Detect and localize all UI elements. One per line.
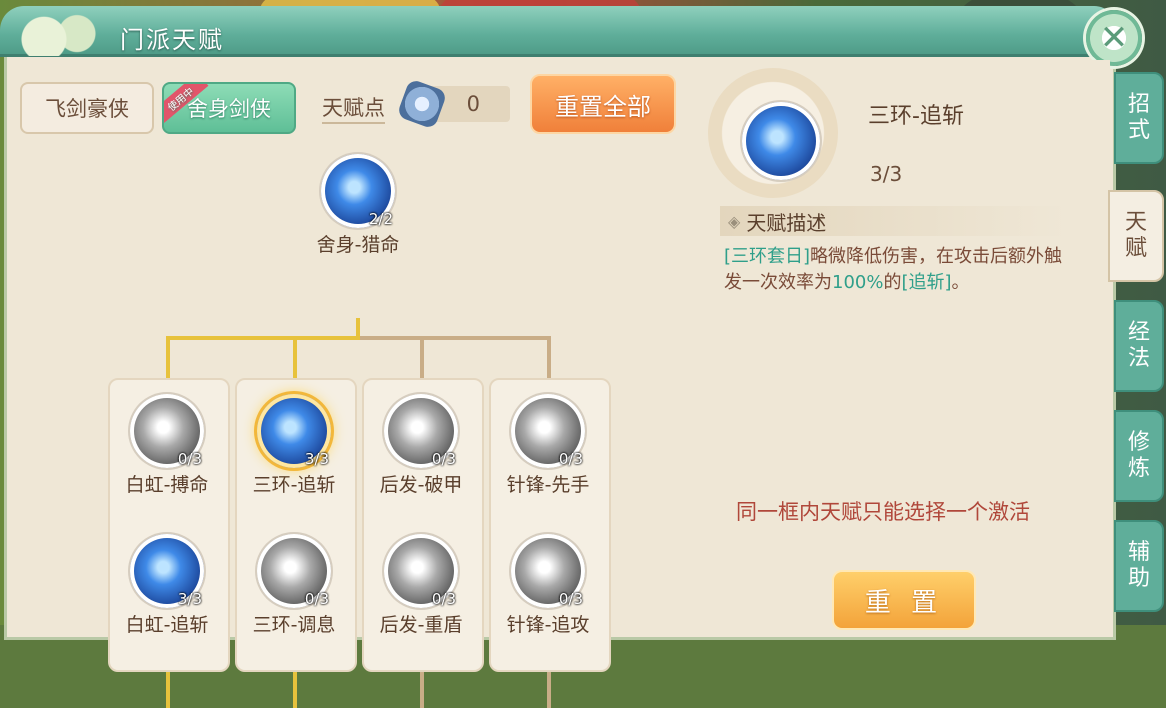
connector-line bbox=[420, 668, 424, 708]
title-bar: 门派天赋 bbox=[0, 0, 1118, 57]
talent-node[interactable]: 0/3 白虹-搏命 bbox=[107, 394, 227, 497]
talent-rank: 0/3 bbox=[558, 590, 583, 608]
connector-line bbox=[547, 668, 551, 708]
talent-rank: 2/2 bbox=[368, 210, 393, 228]
side-tab-label: 招 式 bbox=[1127, 92, 1150, 143]
rule-note: 同一框内天赋只能选择一个激活 bbox=[736, 500, 1030, 524]
talent-rank: 0/3 bbox=[431, 590, 456, 608]
talent-rank: 0/3 bbox=[177, 450, 202, 468]
talent-name: 舍身-猎命 bbox=[316, 234, 400, 256]
close-button[interactable]: ✕ bbox=[1086, 10, 1142, 66]
desc-link: [追斩] bbox=[901, 272, 952, 293]
talent-name: 三环-追斩 bbox=[252, 474, 336, 496]
talent-icon: 0/3 bbox=[257, 534, 331, 608]
side-tab-talent[interactable]: 天 赋 bbox=[1108, 190, 1164, 282]
talent-detail-panel: 三环-追斩 3/3 ◈ 天赋描述 [三环套日]略微降低伤害，在攻击后额外触发一次… bbox=[700, 60, 1110, 630]
talent-node[interactable]: 0/3 针锋-先手 bbox=[488, 394, 608, 497]
school-tab-flying-sword[interactable]: 飞剑豪侠 bbox=[20, 82, 154, 134]
talent-node[interactable]: 0/3 三环-调息 bbox=[234, 534, 354, 637]
window-title: 门派天赋 bbox=[120, 26, 224, 54]
talent-name: 针锋-追攻 bbox=[506, 614, 590, 636]
talent-node[interactable]: 2/2 舍身-猎命 bbox=[298, 154, 418, 257]
connector-line bbox=[166, 668, 170, 708]
side-tab-label: 辅 助 bbox=[1127, 540, 1150, 591]
talent-node[interactable]: 0/3 针锋-追攻 bbox=[488, 534, 608, 637]
connector-line bbox=[166, 336, 360, 340]
desc-text: 。 bbox=[951, 272, 970, 293]
talent-icon: 3/3 bbox=[130, 534, 204, 608]
talent-node[interactable]: 3/3 白虹-追斩 bbox=[107, 534, 227, 637]
talent-icon: 0/3 bbox=[511, 394, 585, 468]
talent-rank: 3/3 bbox=[177, 590, 202, 608]
talent-name: 三环-调息 bbox=[252, 614, 336, 636]
school-tab-self-sacrifice[interactable]: 使用中 舍身剑侠 bbox=[162, 82, 296, 134]
reset-all-button[interactable]: 重置全部 bbox=[530, 74, 676, 134]
talent-name: 后发-破甲 bbox=[379, 474, 463, 496]
talent-icon: 0/3 bbox=[130, 394, 204, 468]
talent-name: 白虹-搏命 bbox=[125, 474, 209, 496]
talent-node[interactable]: 0/3 后发-重盾 bbox=[361, 534, 481, 637]
cloud-decoration-icon bbox=[0, 0, 110, 56]
description-title: 天赋描述 bbox=[746, 210, 827, 235]
desc-text: 的 bbox=[883, 272, 902, 293]
talent-node[interactable]: 0/3 后发-破甲 bbox=[361, 394, 481, 497]
side-tab-scripture[interactable]: 经 法 bbox=[1114, 300, 1164, 392]
talent-tree: 2/2 舍身-猎命 0/3 白虹-搏命 3/3 三环-追斩 0/3 后发-破甲 … bbox=[12, 148, 690, 708]
reset-button[interactable]: 重 置 bbox=[832, 570, 976, 630]
side-tab-label: 修 炼 bbox=[1127, 430, 1150, 481]
description-header: ◈ 天赋描述 bbox=[720, 206, 1068, 236]
talent-name: 后发-重盾 bbox=[379, 614, 463, 636]
diamond-icon: ◈ bbox=[728, 211, 741, 231]
side-tab-cultivation[interactable]: 修 炼 bbox=[1114, 410, 1164, 502]
talent-node-selected[interactable]: 3/3 三环-追斩 bbox=[234, 394, 354, 497]
connector-line bbox=[360, 336, 550, 340]
close-icon: ✕ bbox=[1099, 18, 1129, 58]
connector-line bbox=[166, 336, 170, 380]
connector-line bbox=[547, 336, 551, 380]
desc-tag: [三环套日] bbox=[724, 246, 811, 267]
talent-description: [三环套日]略微降低伤害，在攻击后额外触发一次效率为100%的[追斩]。 bbox=[724, 244, 1074, 296]
talent-rank: 0/3 bbox=[304, 590, 329, 608]
talent-tree-area: 飞剑豪侠 使用中 舍身剑侠 天赋点 0 重置全部 2/2 舍身-猎命 0/3 白… bbox=[8, 70, 694, 708]
talent-icon: 0/3 bbox=[511, 534, 585, 608]
talent-icon-frame bbox=[708, 68, 838, 198]
connector-line bbox=[356, 318, 360, 338]
talent-rank: 3/3 bbox=[304, 450, 329, 468]
side-tab-assist[interactable]: 辅 助 bbox=[1114, 520, 1164, 612]
talent-icon: 0/3 bbox=[384, 394, 458, 468]
connector-line bbox=[293, 336, 297, 380]
connector-line bbox=[293, 668, 297, 708]
talent-points-label: 天赋点 bbox=[322, 92, 385, 124]
detail-talent-name: 三环-追斩 bbox=[868, 104, 964, 129]
talent-icon: 0/3 bbox=[384, 534, 458, 608]
talent-name: 白虹-追斩 bbox=[125, 614, 209, 636]
detail-talent-rank: 3/3 bbox=[870, 162, 903, 186]
talent-icon bbox=[742, 102, 820, 180]
talent-rank: 0/3 bbox=[558, 450, 583, 468]
side-tab-moves[interactable]: 招 式 bbox=[1114, 72, 1164, 164]
desc-percent: 100% bbox=[832, 272, 884, 293]
connector-line bbox=[420, 336, 424, 380]
talent-icon: 3/3 bbox=[257, 394, 331, 468]
talent-icon: 2/2 bbox=[321, 154, 395, 228]
talent-rank: 0/3 bbox=[431, 450, 456, 468]
side-tab-label: 天 赋 bbox=[1124, 210, 1147, 261]
talent-name: 针锋-先手 bbox=[506, 474, 590, 496]
school-tab-label: 舍身剑侠 bbox=[187, 97, 271, 121]
side-tab-label: 经 法 bbox=[1127, 320, 1150, 371]
